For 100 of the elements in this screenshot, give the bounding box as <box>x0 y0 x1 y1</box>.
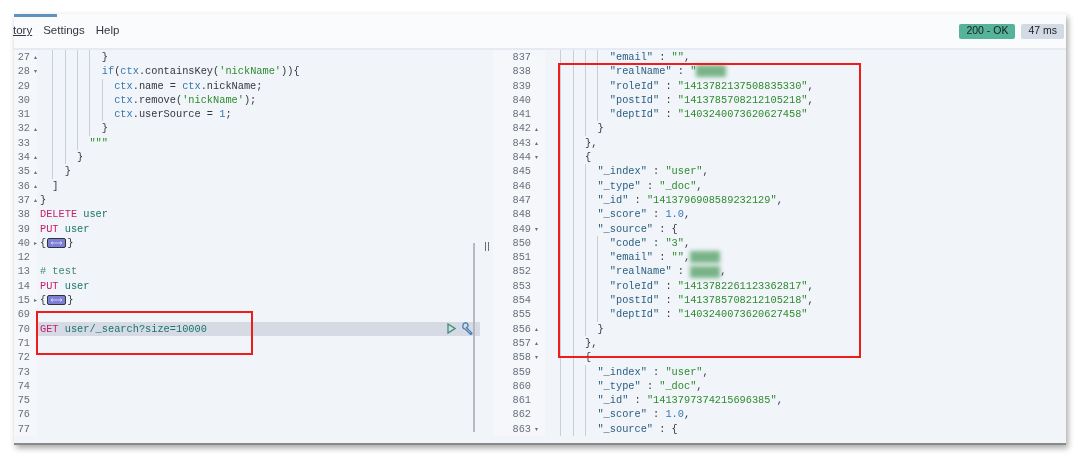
code-token: : <box>658 52 667 63</box>
line-number: 73 <box>17 366 30 377</box>
code-token: : <box>676 266 685 277</box>
line-number: 851 <box>512 252 531 263</box>
code-token: "email" <box>609 52 654 63</box>
resize-handle-icon[interactable] <box>484 242 489 251</box>
code-token: , <box>683 237 691 249</box>
code-token: : <box>652 409 661 420</box>
code-token: "_index" <box>597 166 647 177</box>
code-token: } <box>64 166 71 177</box>
menu-link[interactable]: Settings <box>43 22 85 40</box>
line-number: 74 <box>17 380 30 392</box>
line-number: 39 <box>17 223 30 234</box>
code-token: : <box>652 366 661 377</box>
code-token: "roleId" <box>609 280 660 292</box>
code-token: , <box>807 295 814 306</box>
line-number: 75 <box>17 395 30 406</box>
code-token: } <box>77 152 84 163</box>
line-number: 857 <box>512 337 531 349</box>
code-token: } <box>101 123 108 134</box>
line-number: 36 <box>17 180 30 191</box>
code-token: : <box>652 209 661 220</box>
collapsed-block-icon[interactable] <box>47 238 67 248</box>
line-number: 842 <box>512 123 531 134</box>
code-token: user <box>63 280 90 292</box>
code-token: "_type" <box>597 380 641 392</box>
line-number: 13 <box>17 266 30 277</box>
menu-link[interactable]: Help <box>95 22 120 40</box>
code-token: "_id" <box>597 194 629 206</box>
code-token: : { <box>658 423 678 434</box>
line-number: 862 <box>512 409 531 420</box>
code-token: }, <box>585 337 598 349</box>
code-token: , <box>683 209 691 220</box>
code-token: , <box>696 380 703 392</box>
code-token: { <box>40 295 47 306</box>
code-token: "user" <box>665 166 703 177</box>
code-token: "_score" <box>597 209 647 220</box>
code-token: }, <box>585 137 598 149</box>
line-number: 849 <box>512 223 531 234</box>
collapsed-block-icon[interactable] <box>47 295 67 306</box>
code-token: "_source" <box>597 223 654 234</box>
code-token: { <box>585 152 592 163</box>
line-number: 850 <box>512 237 531 249</box>
code-token: "_index" <box>597 366 647 377</box>
line-number: 35 <box>17 166 30 177</box>
code-token: : <box>664 80 673 91</box>
line-number: 845 <box>512 166 531 177</box>
code-token: } <box>597 323 604 334</box>
code-token: .containsKey( <box>138 66 220 77</box>
code-token: } <box>101 52 108 63</box>
code-token: "1413782137508835330" <box>677 80 808 91</box>
code-token: "1403240073620627458" <box>677 109 808 120</box>
code-token: ctx <box>114 109 133 120</box>
menu-link[interactable]: tory <box>13 22 33 40</box>
code-token: 1.0 <box>665 409 684 420</box>
code-token: ; <box>225 109 232 120</box>
code-token: "_doc" <box>659 180 697 191</box>
tab-indicator <box>14 14 57 17</box>
wrench-icon[interactable] <box>461 322 474 336</box>
code-token: ] <box>52 180 59 191</box>
code-token: user <box>82 209 108 220</box>
play-icon[interactable] <box>447 323 456 335</box>
line-number: 31 <box>17 109 30 120</box>
code-token: "1413782261123362817" <box>677 280 808 292</box>
line-number: 852 <box>512 266 531 277</box>
code-token: : <box>664 309 673 320</box>
code-token: , <box>776 194 783 206</box>
code-token: "1413796908589232129" <box>646 194 777 206</box>
code-token: "1413785708212105218" <box>677 295 808 306</box>
blurred-patch <box>690 251 721 264</box>
code-token: PUT <box>40 223 59 234</box>
code-token: "1413785708212105218" <box>677 94 808 106</box>
scrollbar[interactable] <box>473 243 475 432</box>
line-number: 859 <box>512 366 531 377</box>
line-number: 846 <box>512 180 531 191</box>
code-token: "user" <box>665 366 703 377</box>
code-token: "" <box>671 52 684 63</box>
code-token: "email" <box>609 252 654 263</box>
line-number: 840 <box>512 94 531 106</box>
time-badge: 47 ms <box>1021 23 1064 39</box>
code-token: : <box>658 252 667 263</box>
code-token: "roleId" <box>609 80 660 91</box>
code-token: .remove( <box>132 94 183 106</box>
code-token: : <box>633 395 642 406</box>
line-number: 15 <box>17 295 30 306</box>
line-number: 33 <box>17 137 30 149</box>
code-token: .userSource = <box>132 109 215 120</box>
code-token: "_doc" <box>659 380 697 392</box>
code-token: } <box>67 295 74 306</box>
line-number: 856 <box>512 323 531 334</box>
code-token: ctx <box>114 80 133 91</box>
code-token: user <box>63 223 90 234</box>
code-token: , <box>807 94 814 106</box>
line-number: 858 <box>512 352 531 363</box>
code-token: } <box>40 194 47 206</box>
line-number: 34 <box>17 152 30 163</box>
line-number: 847 <box>512 194 531 206</box>
code-token: PUT <box>40 280 59 292</box>
code-token: .nickName; <box>200 80 263 91</box>
code-token: , <box>696 180 703 191</box>
